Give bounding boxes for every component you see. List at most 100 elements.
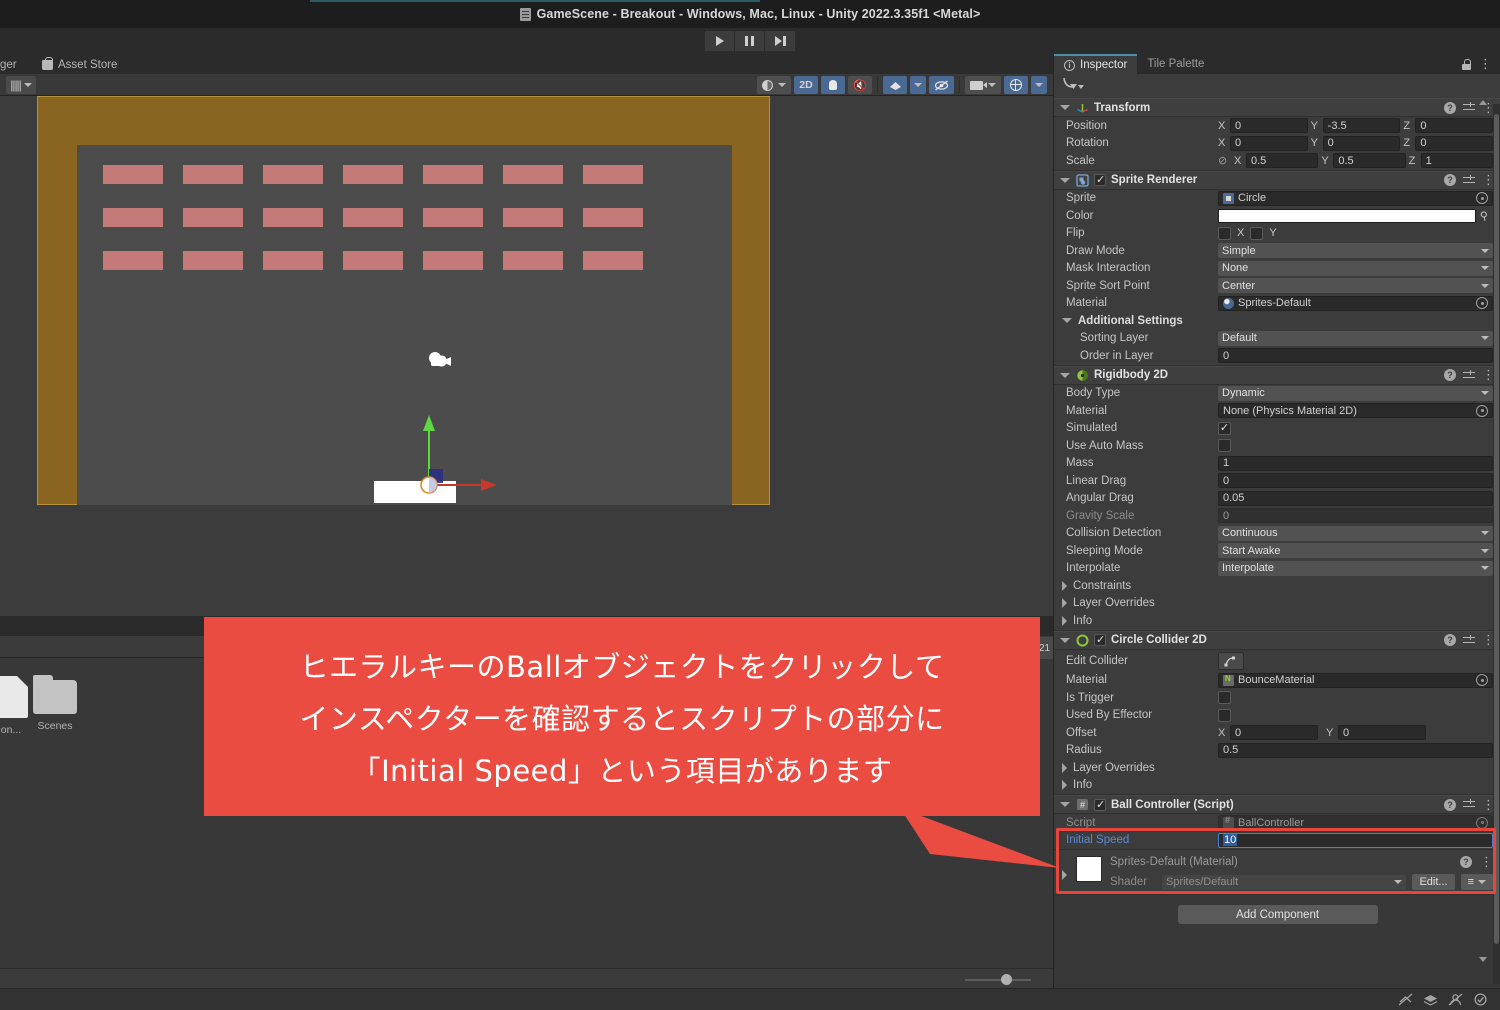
object-picker-icon[interactable] [1476, 674, 1488, 687]
object-picker-icon[interactable] [1476, 816, 1488, 829]
component-enabled-checkbox[interactable] [1094, 633, 1106, 646]
dropdown-sleeping-mode[interactable]: Start Awake [1218, 543, 1493, 559]
tab-partial-manager[interactable]: ger [0, 56, 17, 74]
position-x-input[interactable]: 0.5 [1246, 153, 1319, 169]
position-z-input[interactable]: 0 [1415, 135, 1494, 151]
preset-icon[interactable] [1463, 174, 1475, 186]
scrollbar-thumb[interactable] [1494, 114, 1499, 944]
checkbox-use-auto-mass[interactable] [1218, 439, 1231, 453]
flip-y-checkbox[interactable] [1250, 226, 1264, 240]
audio-waveform-button[interactable]: ||||| [6, 76, 36, 94]
preset-icon[interactable] [1463, 634, 1475, 646]
component-header-rigidbody-2d[interactable]: Rigidbody 2D? ⋮ [1054, 365, 1500, 385]
help-icon[interactable]: ? [1460, 856, 1472, 868]
foldout-arrow-icon[interactable] [1060, 802, 1070, 807]
kebab-menu-icon[interactable]: ⋮ [1479, 57, 1492, 70]
input-order-in-layer[interactable]: 0 [1218, 348, 1493, 364]
dropdown-draw-mode[interactable]: Simple [1218, 243, 1493, 259]
foldout-additional-settings[interactable]: Additional Settings [1054, 312, 1500, 330]
lighting-toggle-button[interactable] [821, 76, 845, 94]
inspector-scrollbar[interactable] [1493, 104, 1500, 984]
dropdown-body-type[interactable]: Dynamic [1218, 385, 1493, 401]
dropdown-collision-detection[interactable]: Continuous [1218, 525, 1493, 541]
preset-icon[interactable] [1463, 799, 1475, 810]
object-field-material[interactable]: None (Physics Material 2D) [1218, 403, 1493, 419]
object-picker-icon[interactable] [1476, 404, 1488, 417]
component-header-transform[interactable]: Transform? ⋮ [1054, 98, 1500, 117]
input-gravity-scale[interactable]: 0 [1218, 508, 1493, 524]
foldout-arrow-icon[interactable] [1062, 870, 1067, 880]
inspector-component-list[interactable]: Transform? ⋮ Position X 0 Y -3.5 Z 0 Rotation X 0 Y 0… [1054, 98, 1500, 988]
hidden-objects-button[interactable] [929, 76, 954, 94]
scroll-down-icon[interactable] [1479, 957, 1487, 962]
slider-knob[interactable] [1001, 974, 1012, 985]
checkbox-is-trigger[interactable] [1218, 691, 1231, 705]
offset-x-input[interactable]: 0 [1230, 725, 1318, 741]
lock-icon[interactable] [1462, 58, 1471, 70]
shader-options-button[interactable]: ≡ [1460, 874, 1493, 890]
kebab-menu-icon[interactable]: ⋮ [1480, 855, 1493, 868]
foldout-layer-overrides[interactable]: Layer Overrides [1054, 759, 1500, 777]
audio-toggle-button[interactable]: 🔇 [848, 76, 872, 94]
2d-toggle-button[interactable]: 2D [794, 76, 818, 94]
account-icon[interactable] [1448, 993, 1463, 1006]
input-angular-drag[interactable]: 0.05 [1218, 490, 1493, 506]
dropdown-sprite-sort-point[interactable]: Center [1218, 278, 1493, 294]
gizmos-dropdown[interactable] [1031, 76, 1047, 94]
help-icon[interactable]: ? [1444, 101, 1456, 114]
object-field-material[interactable]: BounceMaterial [1218, 672, 1493, 688]
gizmos-toggle-button[interactable] [1004, 76, 1028, 94]
layers-status-icon[interactable] [1423, 993, 1438, 1006]
foldout-info[interactable]: Info [1054, 612, 1500, 630]
component-enabled-checkbox[interactable] [1094, 173, 1106, 186]
offset-y-input[interactable]: 0 [1338, 725, 1426, 741]
help-icon[interactable]: ? [1444, 369, 1456, 381]
draw-mode-button[interactable] [757, 76, 791, 94]
checkbox-used-by-effector[interactable] [1218, 708, 1231, 722]
tab-asset-store[interactable]: Asset Store [42, 56, 117, 74]
scene-camera-button[interactable] [965, 76, 1001, 94]
play-button[interactable] [705, 31, 735, 51]
preset-icon[interactable] [1463, 369, 1475, 381]
object-picker-icon[interactable] [1476, 192, 1488, 205]
position-y-input[interactable]: 0 [1322, 135, 1401, 151]
preset-icon[interactable] [1463, 102, 1475, 113]
check-status-icon[interactable] [1473, 993, 1488, 1006]
color-swatch[interactable] [1218, 208, 1476, 223]
object-picker-icon[interactable] [1476, 297, 1488, 310]
move-tool-gizmo[interactable] [405, 407, 525, 506]
component-header-ball-controller-script[interactable]: #Ball Controller (Script)?⋮ [1054, 795, 1500, 814]
project-item-scenes[interactable]: Scenes [20, 675, 90, 732]
foldout-layer-overrides[interactable]: Layer Overrides [1054, 595, 1500, 613]
help-icon[interactable]: ? [1444, 634, 1456, 646]
object-field-script[interactable]: BallController [1218, 815, 1493, 831]
help-icon[interactable]: ? [1444, 798, 1456, 811]
scroll-up-icon[interactable] [1479, 100, 1487, 105]
collab-icon[interactable] [1398, 993, 1413, 1006]
flip-x-checkbox[interactable] [1218, 226, 1231, 240]
add-component-button[interactable]: Add Component [1177, 905, 1378, 924]
step-button[interactable] [765, 31, 795, 51]
project-zoom-slider[interactable] [965, 974, 1031, 985]
dropdown-sorting-layer[interactable]: Default [1218, 330, 1493, 346]
foldout-constraints[interactable]: Constraints [1054, 577, 1500, 595]
foldout-arrow-icon[interactable] [1060, 372, 1070, 378]
fx-dropdown[interactable] [910, 76, 926, 94]
component-enabled-checkbox[interactable] [1094, 798, 1106, 811]
edit-collider-button[interactable] [1218, 651, 1244, 670]
foldout-arrow-icon[interactable] [1060, 637, 1070, 643]
input-initial-speed[interactable]: 10 [1218, 832, 1493, 848]
position-x-input[interactable]: 0 [1230, 118, 1308, 134]
input-radius[interactable]: 0.5 [1218, 742, 1493, 758]
input-mass[interactable]: 1 [1218, 455, 1493, 471]
checkbox-simulated[interactable] [1218, 421, 1231, 435]
dropdown-mask-interaction[interactable]: None [1218, 260, 1493, 276]
foldout-arrow-icon[interactable] [1060, 105, 1070, 110]
object-field-sprite[interactable]: Circle [1218, 190, 1493, 206]
tab-inspector[interactable]: i Inspector [1054, 54, 1138, 74]
edit-shader-button[interactable]: Edit... [1412, 874, 1455, 890]
position-y-input[interactable]: 0.5 [1333, 153, 1406, 169]
position-y-input[interactable]: -3.5 [1322, 118, 1401, 134]
pause-button[interactable] [735, 31, 765, 51]
foldout-arrow-icon[interactable] [1060, 177, 1070, 183]
